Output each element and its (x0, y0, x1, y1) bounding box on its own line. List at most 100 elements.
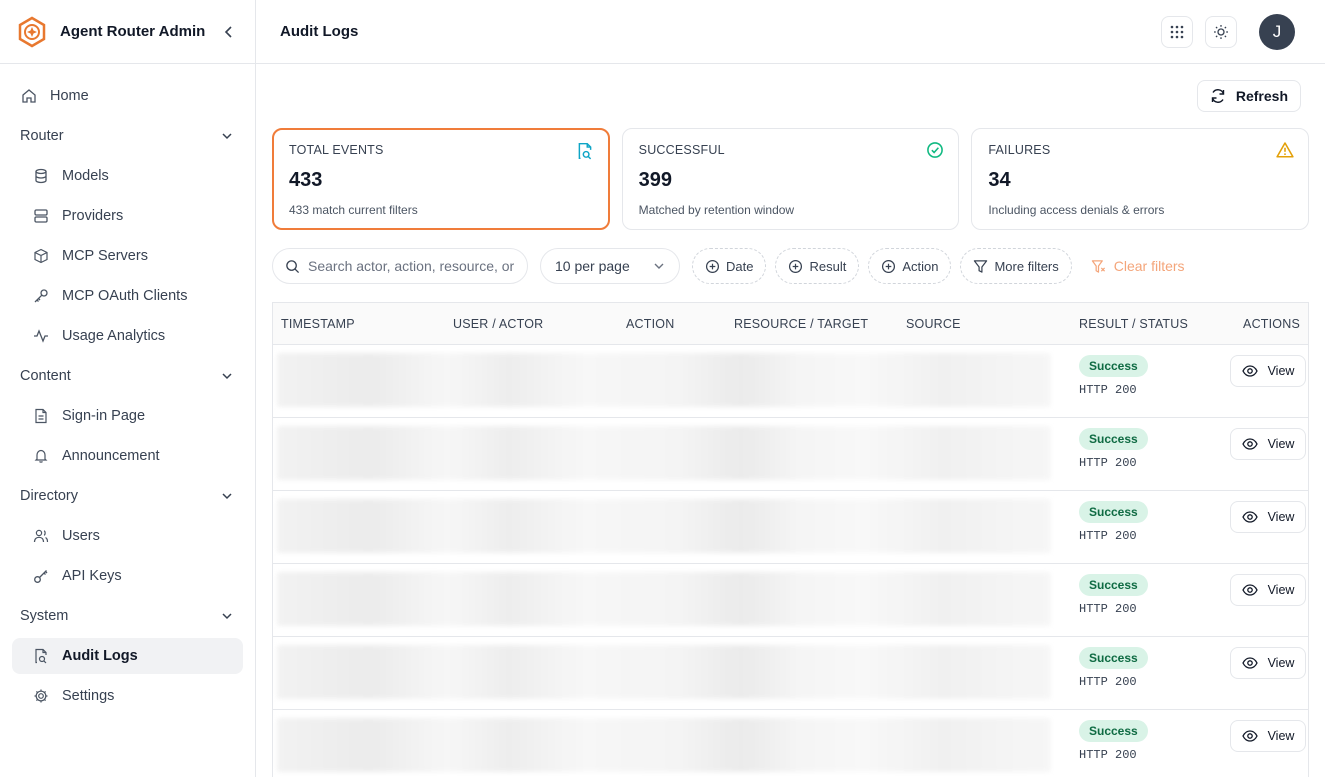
table-row[interactable]: Success HTTP 200 View (273, 491, 1308, 564)
more-filters-button[interactable]: More filters (960, 248, 1072, 284)
table-row[interactable]: Success HTTP 200 View (273, 564, 1308, 637)
sidebar-item-label: Sign-in Page (62, 408, 146, 424)
filter-x-icon (1091, 259, 1105, 273)
collapse-sidebar-button[interactable] (219, 22, 239, 42)
box-icon (32, 247, 50, 265)
refresh-button[interactable]: Refresh (1196, 80, 1301, 112)
sidebar-item-providers[interactable]: Providers (12, 198, 243, 234)
refresh-icon (1211, 89, 1225, 103)
stat-label: TOTAL EVENTS (289, 143, 384, 157)
stat-card-failures[interactable]: FAILURES 34 Including access denials & e… (971, 128, 1310, 230)
filter-chip-action[interactable]: Action (868, 248, 952, 284)
table-row[interactable]: Success HTTP 200 View (273, 418, 1308, 491)
sidebar-item-label: MCP Servers (62, 248, 148, 264)
logo-icon (18, 16, 46, 47)
per-page-select[interactable]: 10 per page (540, 248, 680, 284)
view-button[interactable]: View (1230, 574, 1306, 606)
search-input[interactable] (308, 258, 518, 274)
stat-card-successful[interactable]: SUCCESSFUL 399 Matched by retention wind… (621, 128, 960, 230)
sidebar-item-mcp-servers[interactable]: MCP Servers (12, 238, 243, 274)
redacted-content (277, 499, 1051, 553)
column-header-actions: ACTIONS (1243, 317, 1300, 331)
view-button[interactable]: View (1230, 720, 1306, 752)
sidebar-item-users[interactable]: Users (12, 518, 243, 554)
brand-header: Agent Router Admin (0, 0, 255, 64)
view-button[interactable]: View (1230, 647, 1306, 679)
column-header-action[interactable]: ACTION (626, 317, 674, 331)
column-header-timestamp[interactable]: TIMESTAMP (281, 317, 355, 331)
sidebar-item-api-keys[interactable]: API Keys (12, 558, 243, 594)
sidebar-section-content[interactable]: Content (12, 358, 243, 394)
table-row[interactable]: Success HTTP 200 View (273, 637, 1308, 710)
section-label: System (20, 608, 69, 624)
view-label: View (1267, 510, 1295, 524)
sidebar-item-usage-analytics[interactable]: Usage Analytics (12, 318, 243, 354)
stat-subtext: 433 match current filters (289, 203, 418, 217)
eye-icon (1241, 584, 1258, 596)
column-header-resource[interactable]: RESOURCE / TARGET (734, 317, 868, 331)
sidebar-item-label: Announcement (62, 448, 160, 464)
column-header-user[interactable]: USER / ACTOR (453, 317, 543, 331)
view-button[interactable]: View (1230, 428, 1306, 460)
sidebar-item-label: MCP OAuth Clients (62, 288, 188, 304)
sidebar-item-announcement[interactable]: Announcement (12, 438, 243, 474)
http-status: HTTP 200 (1079, 675, 1137, 689)
table-row[interactable]: Success HTTP 200 View (273, 710, 1308, 777)
chevron-left-icon (224, 26, 232, 38)
main-content: Refresh TOTAL EVENTS 433 433 match curre… (256, 64, 1325, 777)
sidebar-item-label: Models (62, 168, 109, 184)
redacted-content (277, 718, 1051, 772)
refresh-label: Refresh (1235, 88, 1288, 104)
grid-icon (1170, 25, 1184, 39)
eye-icon (1241, 730, 1258, 742)
sidebar-section-system[interactable]: System (12, 598, 243, 634)
section-label: Directory (20, 488, 79, 504)
filter-bar: 10 per page Date Result Action More filt… (272, 248, 1185, 284)
table-header: TIMESTAMP USER / ACTOR ACTION RESOURCE /… (273, 303, 1308, 345)
stat-label: SUCCESSFUL (638, 143, 725, 157)
file-search-icon (32, 647, 50, 665)
status-badge: Success (1079, 428, 1148, 450)
filter-chip-date[interactable]: Date (692, 248, 767, 284)
key-round-icon (32, 567, 50, 585)
theme-toggle-button[interactable] (1205, 16, 1237, 48)
key-icon (32, 287, 50, 305)
plus-circle-icon (705, 259, 720, 273)
sidebar-item-mcp-oauth-clients[interactable]: MCP OAuth Clients (12, 278, 243, 314)
status-badge: Success (1079, 720, 1148, 742)
view-button[interactable]: View (1230, 501, 1306, 533)
per-page-value: 10 per page (555, 258, 630, 274)
clear-filters-button[interactable]: Clear filters (1091, 258, 1185, 274)
column-header-result[interactable]: RESULT / STATUS (1079, 317, 1188, 331)
sidebar-item-audit-logs[interactable]: Audit Logs (12, 638, 243, 674)
chevron-down-icon (222, 613, 232, 620)
page-title: Audit Logs (280, 23, 359, 40)
sidebar-section-router[interactable]: Router (12, 118, 243, 154)
redacted-content (277, 426, 1051, 480)
stat-subtext: Matched by retention window (638, 203, 795, 217)
apps-button[interactable] (1161, 16, 1193, 48)
sidebar-item-home[interactable]: Home (12, 78, 243, 114)
sidebar-item-sign-in-page[interactable]: Sign-in Page (12, 398, 243, 434)
filter-chip-result[interactable]: Result (775, 248, 860, 284)
table-row[interactable]: Success HTTP 200 View (273, 345, 1308, 418)
sidebar-item-models[interactable]: Models (12, 158, 243, 194)
sidebar-section-directory[interactable]: Directory (12, 478, 243, 514)
http-status: HTTP 200 (1079, 383, 1137, 397)
database-icon (32, 167, 50, 185)
stat-card-total-events[interactable]: TOTAL EVENTS 433 433 match current filte… (272, 128, 610, 230)
warning-icon (1276, 142, 1294, 158)
stat-value: 433 (289, 169, 323, 191)
avatar[interactable]: J (1259, 14, 1295, 50)
view-label: View (1267, 729, 1295, 743)
sun-icon (1214, 25, 1228, 39)
column-header-source[interactable]: SOURCE (906, 317, 961, 331)
clear-label: Clear filters (1113, 258, 1185, 274)
view-button[interactable]: View (1230, 355, 1306, 387)
chevron-down-icon (222, 493, 232, 500)
eye-icon (1241, 365, 1258, 377)
chevron-down-icon (222, 373, 232, 380)
chevron-down-icon (654, 263, 664, 269)
eye-icon (1241, 511, 1258, 523)
sidebar-item-settings[interactable]: Settings (12, 678, 243, 714)
